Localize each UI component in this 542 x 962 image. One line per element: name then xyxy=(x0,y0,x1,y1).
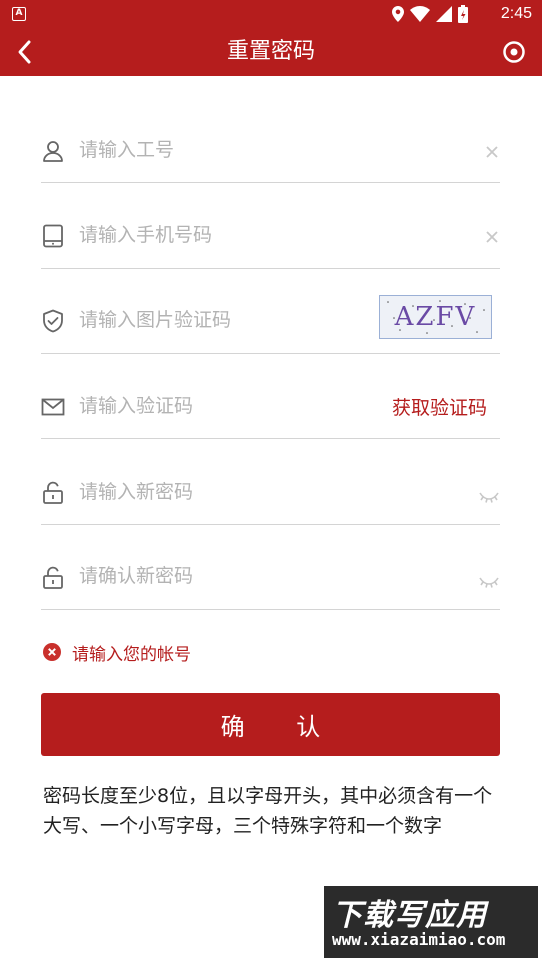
clear-icon[interactable] xyxy=(484,144,500,160)
new-password-field xyxy=(41,439,500,525)
employee-id-input[interactable] xyxy=(79,135,369,165)
nav-bar: 重置密码 xyxy=(0,28,542,76)
phone-input[interactable] xyxy=(79,220,369,250)
error-message: 请输入您的帐号 xyxy=(43,640,191,665)
new-password-input[interactable] xyxy=(79,477,369,507)
lock-icon xyxy=(43,481,63,504)
get-code-button[interactable]: 获取验证码 xyxy=(392,393,487,420)
wifi-icon xyxy=(410,6,430,22)
page-title: 重置密码 xyxy=(226,39,315,64)
confirm-password-input[interactable] xyxy=(79,561,369,591)
error-circle-icon xyxy=(43,643,61,661)
status-time: 2:45 xyxy=(500,5,532,22)
app-notification-icon: A xyxy=(12,7,26,21)
watermark-title: 下载写应用 xyxy=(332,898,487,933)
sms-code-field: 获取验证码 xyxy=(41,353,500,439)
target-icon[interactable] xyxy=(502,40,526,64)
mail-icon xyxy=(41,398,65,416)
captcha-image[interactable]: AZFV xyxy=(379,295,492,339)
user-icon xyxy=(43,141,63,162)
captcha-text: AZFV xyxy=(394,302,477,332)
password-hint: 密码长度至少8位，且以字母开头，其中必须含有一个大写、一个小写字母，三个特殊字符… xyxy=(43,785,493,837)
signal-icon xyxy=(436,6,452,22)
eye-closed-icon[interactable] xyxy=(478,490,500,504)
watermark-logo: 下载写应用 www.xiazaimiao.com xyxy=(324,886,538,958)
battery-icon xyxy=(458,5,468,23)
lock-icon xyxy=(43,566,63,589)
tablet-icon xyxy=(43,224,63,248)
confirm-button[interactable]: 确 认 xyxy=(41,693,500,756)
status-bar: A 2:45 xyxy=(0,0,542,28)
shield-check-icon xyxy=(43,309,63,333)
sms-code-input[interactable] xyxy=(79,391,329,421)
confirm-password-field xyxy=(41,524,500,610)
location-icon xyxy=(392,6,404,22)
system-icons xyxy=(392,5,468,23)
error-text: 请输入您的帐号 xyxy=(72,644,191,665)
eye-closed-icon[interactable] xyxy=(478,575,500,589)
image-captcha-input[interactable] xyxy=(79,305,329,335)
watermark-url: www.xiazaimiao.com xyxy=(332,930,506,949)
phone-field xyxy=(41,183,500,269)
clear-icon[interactable] xyxy=(484,229,500,245)
employee-id-field xyxy=(41,97,500,183)
